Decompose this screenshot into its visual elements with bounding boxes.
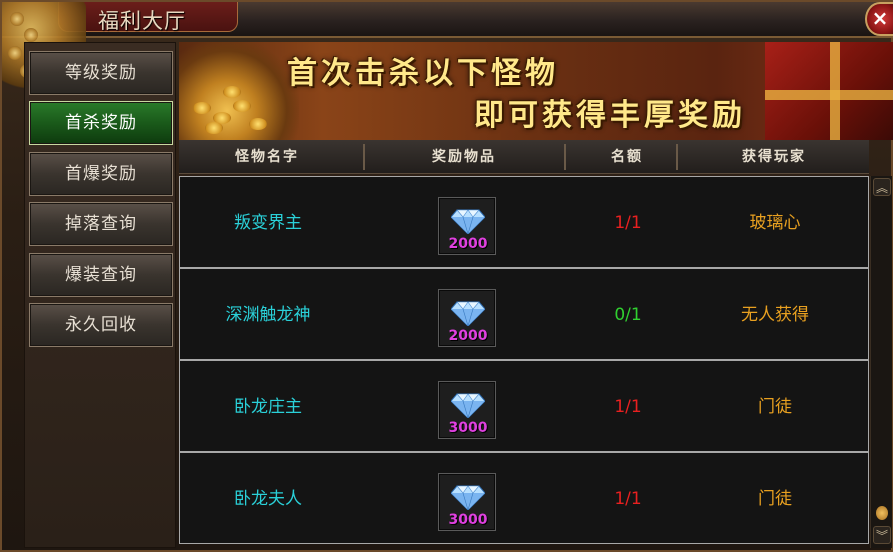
player-name: 玻璃心: [749, 213, 801, 233]
player-name: 门徒: [758, 489, 792, 509]
banner-headline: 首次击杀以下怪物: [287, 56, 559, 91]
coin: [193, 102, 211, 114]
header-monster-name: 怪物名字: [235, 149, 299, 165]
gold-coins-icon: [179, 42, 299, 140]
gift-box-icon: [765, 42, 893, 140]
player-name: 无人获得: [741, 305, 809, 325]
dragon-scale: [24, 28, 38, 42]
reward-item-slot[interactable]: 3000: [438, 381, 496, 439]
close-button[interactable]: ×: [865, 2, 893, 36]
header-reward-item: 奖励物品: [432, 149, 496, 165]
coin: [233, 100, 251, 112]
table-header: 怪物名字 奖励物品 名额 获得玩家: [179, 140, 869, 174]
diamond-icon: [451, 301, 485, 326]
scroll-up-icon[interactable]: ︽: [873, 178, 891, 196]
quota-value: 1/1: [614, 489, 642, 509]
player-name: 门徒: [758, 397, 792, 417]
reward-count: 3000: [448, 512, 488, 528]
sidebar-item-first-drop-reward[interactable]: 首爆奖励: [29, 152, 173, 196]
reward-count: 2000: [448, 236, 488, 252]
reward-item-slot[interactable]: 3000: [438, 473, 496, 531]
monster-name: 叛变界主: [234, 213, 302, 233]
table-row: 叛变界主 2000 1/1 玻璃心: [179, 176, 869, 268]
diamond-icon: [451, 393, 485, 418]
sidebar: 等级奖励 首杀奖励 首爆奖励 掉落查询 爆装查询 永久回收: [24, 42, 176, 548]
window-title: 福利大厅: [98, 9, 186, 33]
header-divider: [676, 144, 678, 170]
reward-item-slot[interactable]: 2000: [438, 289, 496, 347]
diamond-icon: [451, 485, 485, 510]
banner-subheadline: 即可获得丰厚奖励: [474, 98, 746, 133]
sidebar-item-level-reward[interactable]: 等级奖励: [29, 51, 173, 95]
reward-count: 2000: [448, 328, 488, 344]
gift-ribbon: [765, 90, 893, 100]
scroll-down-icon[interactable]: ︾: [873, 526, 891, 544]
table-row: 卧龙庄主 3000 1/1 门徒: [179, 360, 869, 452]
dragon-scale: [8, 46, 22, 60]
monster-name: 卧龙夫人: [234, 489, 302, 509]
dragon-scale: [10, 12, 24, 26]
sidebar-item-first-kill-reward[interactable]: 首杀奖励: [29, 101, 173, 145]
header-divider: [564, 144, 566, 170]
welfare-hall-window: 福利大厅 × 等级奖励 首杀奖励 首爆奖励 掉落查询 爆装查询 永久回收 首次击…: [0, 0, 893, 552]
table-row: 卧龙夫人 3000 1/1 门徒: [179, 452, 869, 544]
first-kill-table: 叛变界主 2000 1/1 玻璃心 深渊触龙神 2000 0/1 无人获得 卧龙…: [179, 176, 869, 548]
monster-name: 深渊触龙神: [225, 305, 311, 325]
reward-item-slot[interactable]: 2000: [438, 197, 496, 255]
header-quota: 名额: [611, 149, 643, 165]
monster-name: 卧龙庄主: [234, 397, 302, 417]
diamond-icon: [451, 209, 485, 234]
close-icon: ×: [871, 6, 889, 30]
sidebar-item-permanent-recycle[interactable]: 永久回收: [29, 303, 173, 347]
coin: [249, 118, 267, 130]
coin: [223, 86, 241, 98]
sidebar-item-equipment-drop-query[interactable]: 爆装查询: [29, 253, 173, 297]
table-row: 深渊触龙神 2000 0/1 无人获得: [179, 268, 869, 360]
reward-count: 3000: [448, 420, 488, 436]
first-kill-banner: 首次击杀以下怪物 即可获得丰厚奖励: [179, 42, 893, 140]
scroll-thumb[interactable]: [876, 506, 888, 520]
title-bar[interactable]: 福利大厅 ×: [2, 2, 893, 38]
table-scrollbar[interactable]: ︽ ︾: [870, 176, 892, 548]
sidebar-item-drop-query[interactable]: 掉落查询: [29, 202, 173, 246]
coin: [205, 122, 223, 134]
header-player: 获得玩家: [742, 149, 806, 165]
quota-value: 1/1: [614, 213, 642, 233]
quota-value: 1/1: [614, 397, 642, 417]
quota-value: 0/1: [614, 305, 642, 325]
